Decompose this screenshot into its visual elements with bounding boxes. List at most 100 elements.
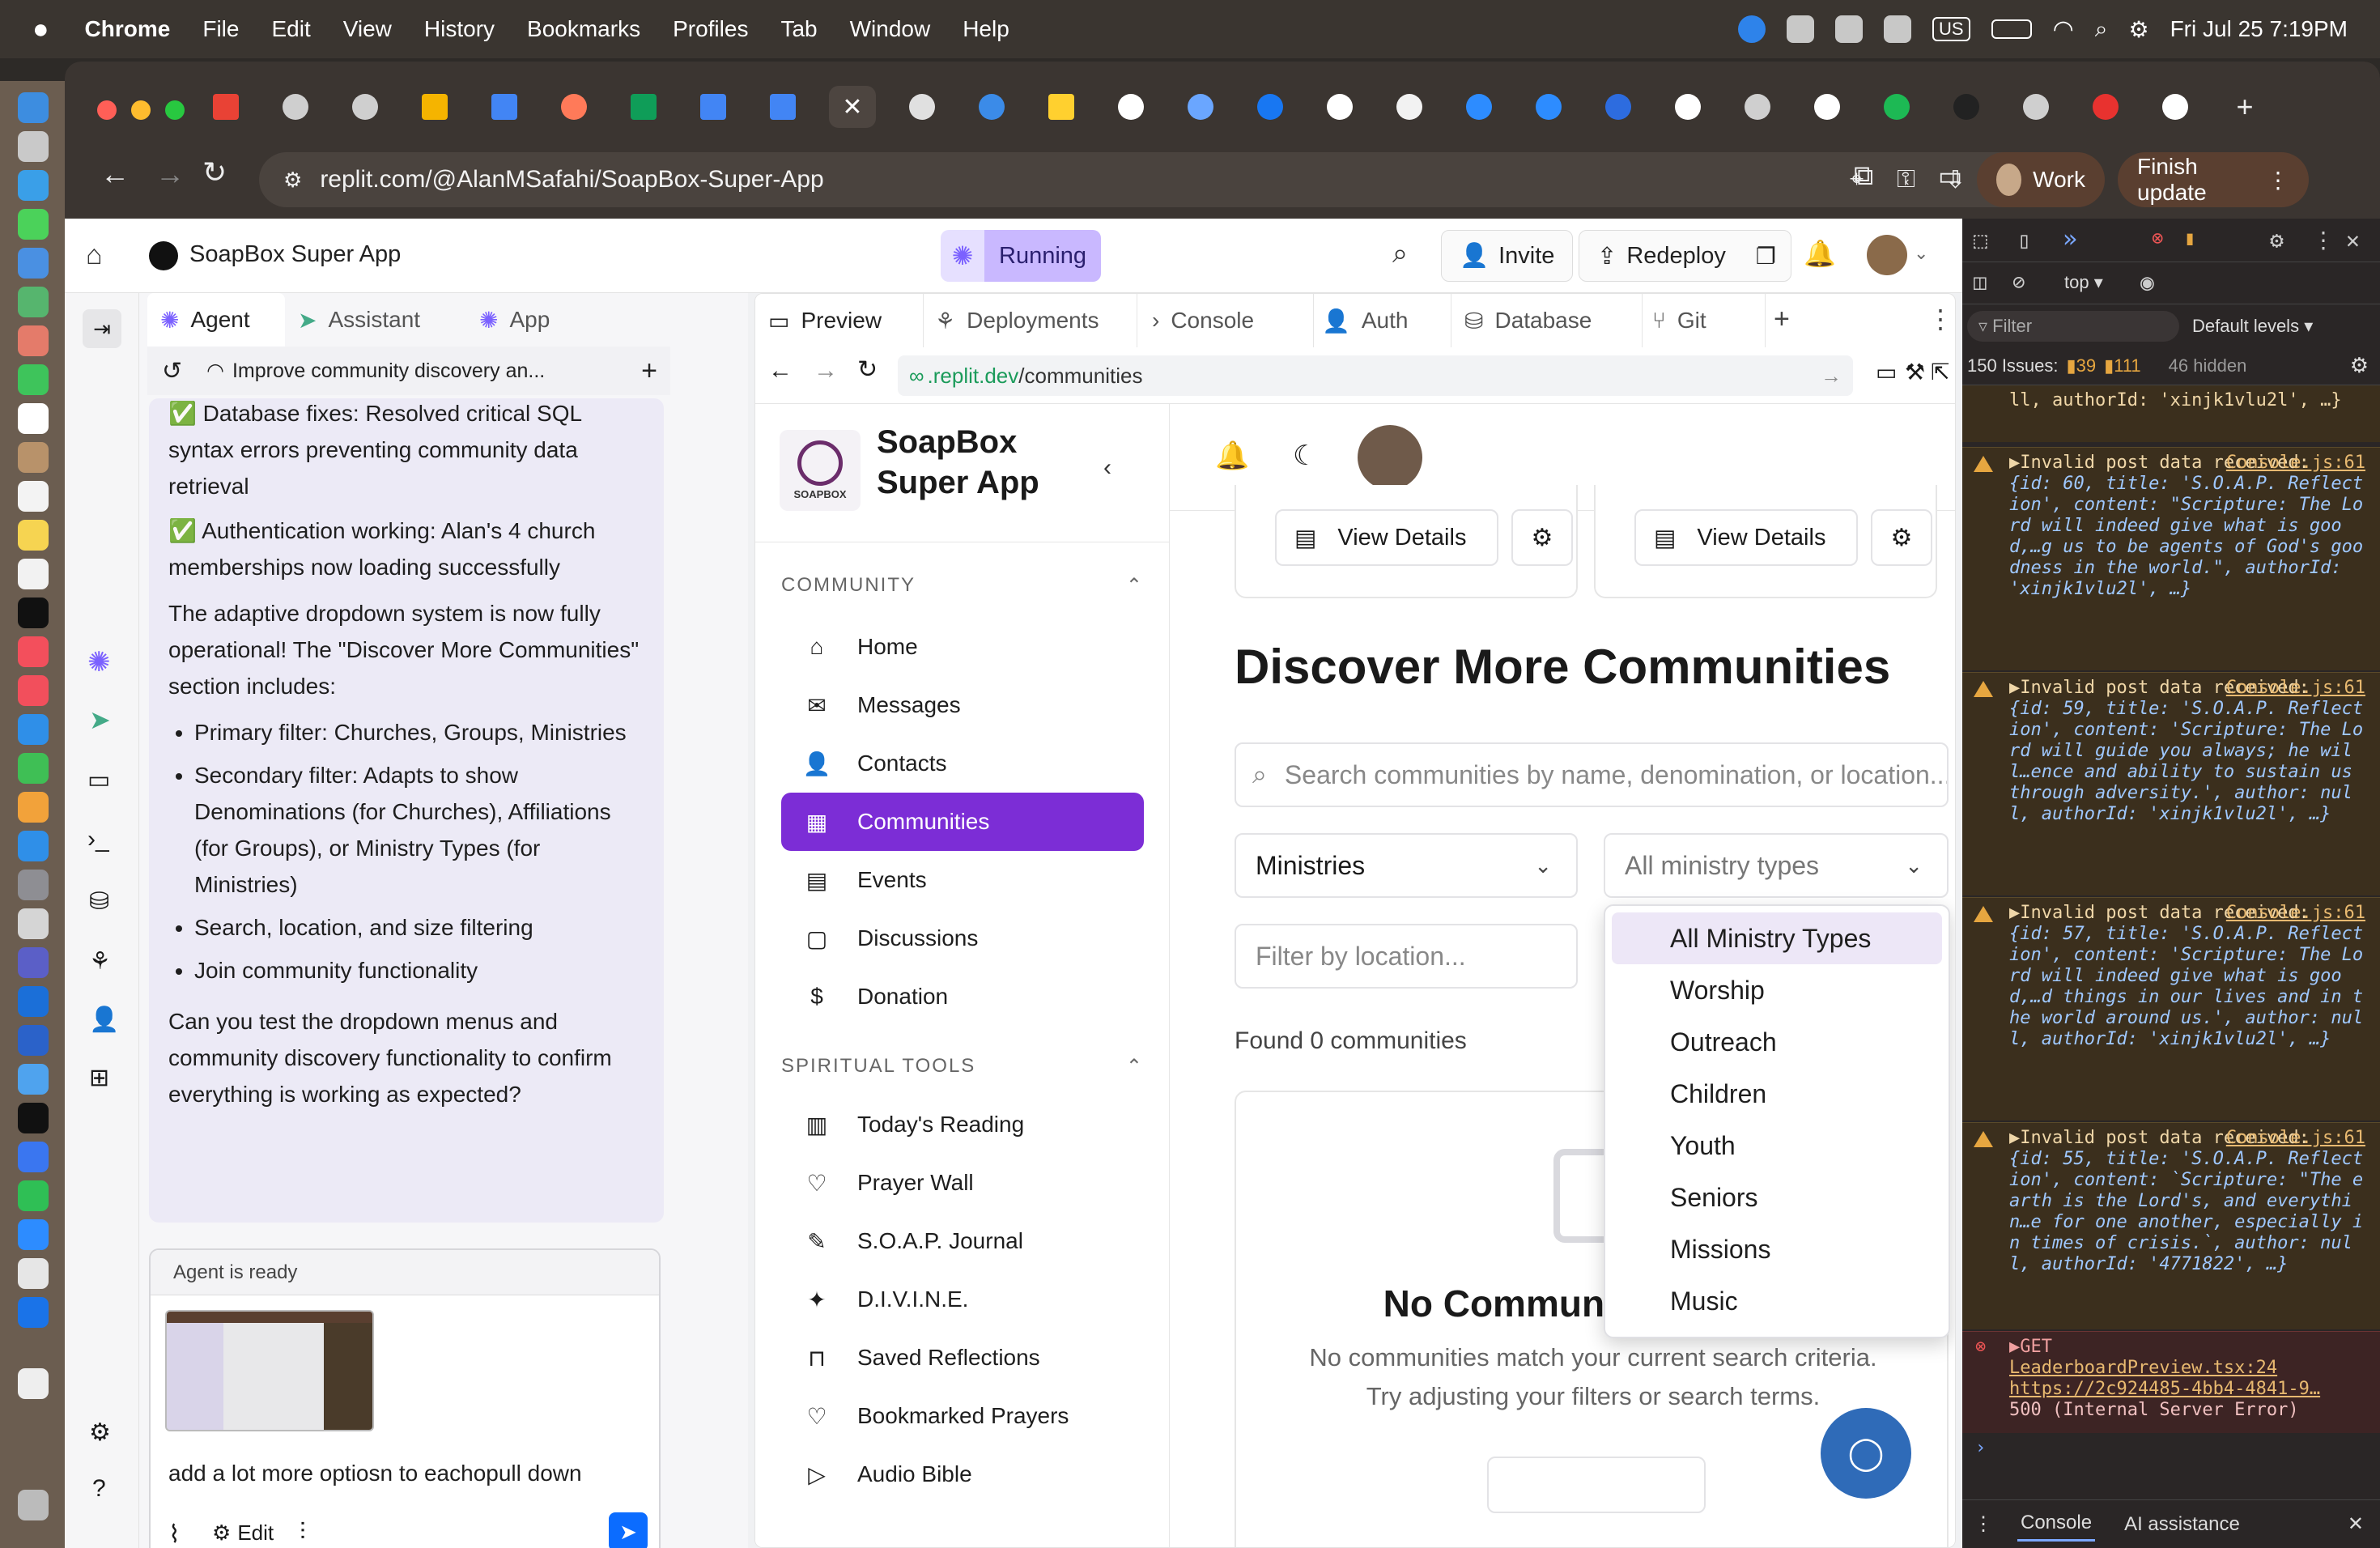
keyboard-layout-indicator[interactable]: US <box>1932 17 1970 41</box>
reminders-dock-icon[interactable] <box>18 481 49 512</box>
assistant-tool-icon[interactable]: ➤ <box>89 704 111 735</box>
console-warning[interactable]: ▶Invalid post data received: Console.js:… <box>1962 672 2380 895</box>
deploy-tool-icon[interactable]: ⚘ <box>89 947 111 976</box>
devtools-wrench-icon[interactable]: ⚒ <box>1905 359 1925 385</box>
tab-gmail[interactable] <box>202 86 249 128</box>
clear-console-icon[interactable]: ⊘ <box>2012 270 2025 295</box>
zoom-dock-icon[interactable] <box>18 1219 49 1250</box>
agent-tool-icon[interactable]: ✺ <box>87 646 111 678</box>
preview-back-icon[interactable]: ← <box>768 357 793 385</box>
copy-icon[interactable]: ❐ <box>1756 243 1776 270</box>
sidebar-item-todays-reading[interactable]: ▥ Today's Reading <box>781 1095 1144 1154</box>
tab-gemini[interactable] <box>1177 86 1224 128</box>
run-status[interactable]: ✺ Running <box>941 230 1102 282</box>
facetime-dock-icon[interactable] <box>18 364 49 395</box>
zoom-window-button[interactable] <box>165 100 185 120</box>
tab-google-2[interactable] <box>1316 86 1363 128</box>
tab-dark[interactable] <box>1943 86 1990 128</box>
drawer-tab-console[interactable]: Console <box>2017 1507 2096 1542</box>
section-spiritual-tools[interactable]: SPIRITUAL TOOLS ⌃ <box>781 1055 1144 1078</box>
new-tab-button[interactable]: + <box>2221 86 2268 128</box>
tab-zoom-3[interactable] <box>1595 86 1642 128</box>
dark-mode-moon-icon[interactable]: ☾ <box>1293 440 1317 472</box>
news-dock-icon[interactable] <box>18 675 49 706</box>
collapse-panel-icon[interactable]: ⇥ <box>83 309 121 348</box>
dropdown-option-all[interactable]: All Ministry Types <box>1612 912 1942 964</box>
attach-paperclip-icon[interactable]: ⌇ <box>168 1520 181 1548</box>
preview-dock-icon[interactable] <box>18 908 49 939</box>
go-arrow-icon[interactable]: → <box>1821 364 1842 389</box>
tab-deployments[interactable]: ⚘ Deployments <box>935 294 1137 347</box>
console-warning[interactable]: ▶Invalid post data received: Console.js:… <box>1962 447 2380 670</box>
tab-git[interactable]: ⑂ Git <box>1652 294 1766 347</box>
bell-icon[interactable]: 🔔 <box>1804 238 1836 269</box>
view-details-button[interactable]: ▤ View Details <box>1275 509 1498 566</box>
dropdown-option-seniors[interactable]: Seniors <box>1612 1172 1942 1223</box>
chat-fab-button[interactable]: ◯ <box>1821 1408 1911 1499</box>
preview-reload-icon[interactable]: ↻ <box>857 355 878 384</box>
tab-adobe[interactable] <box>2082 86 2129 128</box>
tab-globe-1[interactable] <box>272 86 319 128</box>
menubar-clock[interactable]: Fri Jul 25 7:19PM <box>2170 16 2348 42</box>
photos-dock-icon[interactable] <box>18 325 49 356</box>
empty-state-action-button[interactable] <box>1487 1457 1706 1513</box>
menu-app-name[interactable]: Chrome <box>85 16 171 42</box>
settings-gear-icon[interactable]: ⚙ <box>2270 227 2284 253</box>
tab-globe-2[interactable] <box>342 86 389 128</box>
notes-dock-icon[interactable] <box>18 520 49 551</box>
tab-google-3[interactable] <box>1664 86 1711 128</box>
wifi-icon[interactable]: ◠ <box>2053 15 2074 44</box>
tab-auth[interactable]: 👤 Auth <box>1322 294 1451 347</box>
sidebar-item-soap-journal[interactable]: ✎ S.O.A.P. Journal <box>781 1212 1144 1270</box>
safari-dock-icon[interactable] <box>18 170 49 201</box>
search-icon[interactable]: ⌕ <box>1392 238 1408 270</box>
messages-dock-icon[interactable] <box>18 209 49 240</box>
whatsapp-dock-icon[interactable] <box>18 1180 49 1211</box>
pages-dock-icon[interactable] <box>18 792 49 823</box>
all-tools-icon[interactable]: ⊞ <box>89 1064 109 1092</box>
menu-view[interactable]: View <box>343 16 392 42</box>
soapbox-logo[interactable]: SOAPBOX <box>780 430 861 511</box>
attached-screenshot-thumbnail[interactable] <box>165 1310 374 1431</box>
dropdown-option-missions[interactable]: Missions <box>1612 1223 1942 1275</box>
password-key-icon[interactable]: ⚿ <box>1897 166 1915 194</box>
tab-zoom-1[interactable] <box>1456 86 1502 128</box>
home-icon[interactable]: ⌂ <box>86 240 103 271</box>
sidebar-item-discussions[interactable]: ▢ Discussions <box>781 909 1144 968</box>
sidebar-item-events[interactable]: ▤ Events <box>781 851 1144 909</box>
preview-url-bar[interactable]: ∞ .replit.dev /communities → <box>898 355 1853 396</box>
log-levels-dropdown[interactable]: Default levels ▾ <box>2192 316 2313 337</box>
address-bar[interactable]: ⚙ replit.com/@AlanMSafahi/SoapBox-Super-… <box>259 152 2032 207</box>
sidebar-item-audio-bible[interactable]: ▷ Audio Bible <box>781 1445 1144 1503</box>
new-tab-plus-icon[interactable]: + <box>1774 304 1790 335</box>
dropdown-option-outreach[interactable]: Outreach <box>1612 1016 1942 1068</box>
warning-count-icon[interactable]: ▮ <box>2184 227 2195 249</box>
auth-tool-icon[interactable]: 👤 <box>89 1006 119 1034</box>
tab-google-4[interactable] <box>1804 86 1851 128</box>
context-selector[interactable]: top ▾ <box>2064 272 2103 293</box>
menu-bookmarks[interactable]: Bookmarks <box>527 16 640 42</box>
project-title[interactable]: SoapBox Super App <box>189 241 401 268</box>
tab-google-5[interactable] <box>2152 86 2199 128</box>
close-icon[interactable]: ✕ <box>2346 227 2360 253</box>
tab-search-icon[interactable]: ▭ <box>1938 160 1962 191</box>
forward-icon[interactable]: → <box>155 157 185 191</box>
sidebar-item-communities[interactable]: ▦ Communities <box>781 793 1144 851</box>
section-community[interactable]: COMMUNITY ⌃ <box>781 574 1144 597</box>
menu-edit[interactable]: Edit <box>271 16 310 42</box>
calendar-dock-icon[interactable] <box>18 403 49 434</box>
live-expression-eye-icon[interactable]: ◉ <box>2140 269 2154 296</box>
collapse-sidebar-chevron-icon[interactable]: ‹ <box>1103 454 1111 482</box>
secondary-filter-select[interactable]: All ministry types ⌄ <box>1604 833 1949 898</box>
sidebar-item-contacts[interactable]: 👤 Contacts <box>781 734 1144 793</box>
outlook-dock-icon[interactable] <box>18 986 49 1017</box>
device-toggle-icon[interactable]: ▯ <box>2017 227 2031 253</box>
edit-mode-button[interactable]: ⚙ Edit <box>212 1520 274 1546</box>
avatar[interactable] <box>1358 425 1422 490</box>
more-vert-icon[interactable]: ⋮ <box>2312 227 2335 253</box>
send-button[interactable]: ➤ <box>609 1512 648 1548</box>
signal-dock-icon[interactable] <box>18 1142 49 1172</box>
zoom-status-icon[interactable] <box>1738 15 1766 43</box>
onepassword-dock-icon[interactable] <box>18 1297 49 1328</box>
invite-button[interactable]: 👤 Invite <box>1441 230 1574 282</box>
